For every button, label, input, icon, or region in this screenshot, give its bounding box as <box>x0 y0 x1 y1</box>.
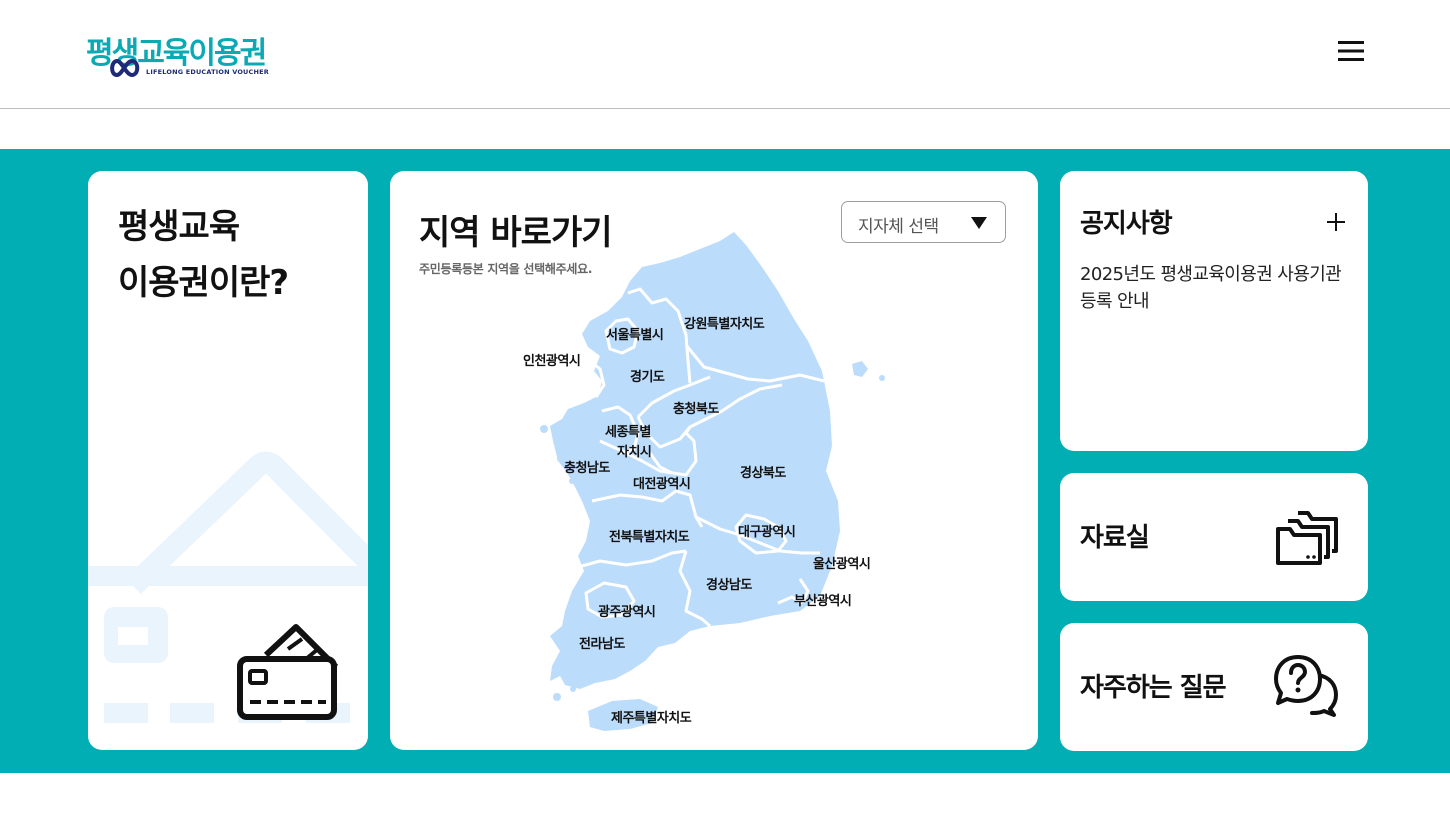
logo-loop-icon <box>110 58 140 78</box>
region-seoul[interactable]: 서울특별시 <box>606 327 664 343</box>
folders-icon <box>1276 511 1338 565</box>
logo[interactable]: 평생교육이용권 LIFELONG EDUCATION VOUCHER <box>86 28 288 82</box>
intro-title-line2: 이용권이란? <box>118 263 289 303</box>
region-sejong-line1[interactable]: 세종특별 <box>605 424 652 440</box>
region-gyeonggi[interactable]: 경기도 <box>630 369 665 385</box>
region-map-card: 지역 바로가기 주민등록등본 지역을 선택해주세요. 지자체 선택 서울특별시 … <box>390 171 1038 750</box>
region-ulsan[interactable]: 울산광역시 <box>813 556 871 572</box>
korea-map[interactable]: 서울특별시 강원특별자치도 인천광역시 경기도 충청북도 세종특별 자치시 충청… <box>390 171 1038 750</box>
data-room-card[interactable]: 자료실 <box>1060 473 1368 601</box>
region-jeju[interactable]: 제주특별자치도 <box>611 710 692 726</box>
region-gyeongbuk[interactable]: 경상북도 <box>740 465 787 481</box>
site-header: 평생교육이용권 LIFELONG EDUCATION VOUCHER <box>0 0 1450 109</box>
faq-card[interactable]: 자주하는 질문 <box>1060 623 1368 751</box>
region-daejeon[interactable]: 대전광역시 <box>633 476 691 492</box>
intro-title: 평생교육 이용권이란? <box>118 199 358 311</box>
intro-card[interactable]: 평생교육 이용권이란? <box>88 171 368 750</box>
region-chungbuk[interactable]: 충청북도 <box>673 401 720 417</box>
region-busan[interactable]: 부산광역시 <box>794 593 852 609</box>
region-gwangju[interactable]: 광주광역시 <box>598 604 656 620</box>
data-room-title: 자료실 <box>1080 523 1150 553</box>
intro-title-line1: 평생교육 <box>118 207 240 247</box>
region-jeonnam[interactable]: 전라남도 <box>579 636 626 652</box>
region-incheon[interactable]: 인천광역시 <box>523 353 581 369</box>
plus-icon[interactable] <box>1325 211 1347 233</box>
region-daegu[interactable]: 대구광역시 <box>738 524 796 540</box>
faq-title: 자주하는 질문 <box>1080 673 1227 703</box>
map-land <box>540 232 885 731</box>
notice-item[interactable]: 2025년도 평생교육이용권 사용기관 등록 안내 <box>1080 261 1350 315</box>
notice-title: 공지사항 <box>1080 209 1173 239</box>
region-gangwon[interactable]: 강원특별자치도 <box>684 316 765 332</box>
question-chat-icon <box>1274 655 1338 717</box>
region-gyeongnam[interactable]: 경상남도 <box>706 577 753 593</box>
hamburger-menu-button[interactable] <box>1336 36 1366 66</box>
region-chungnam[interactable]: 충청남도 <box>564 460 611 476</box>
region-jeonbuk[interactable]: 전북특별자치도 <box>609 529 690 545</box>
logo-subtext: LIFELONG EDUCATION VOUCHER <box>146 68 269 76</box>
notice-card: 공지사항 2025년도 평생교육이용권 사용기관 등록 안내 <box>1060 171 1368 451</box>
credit-card-icon <box>237 624 339 720</box>
ulleung-island <box>852 361 868 377</box>
region-sejong-line2[interactable]: 자치시 <box>617 444 652 460</box>
hamburger-icon <box>1338 41 1364 61</box>
